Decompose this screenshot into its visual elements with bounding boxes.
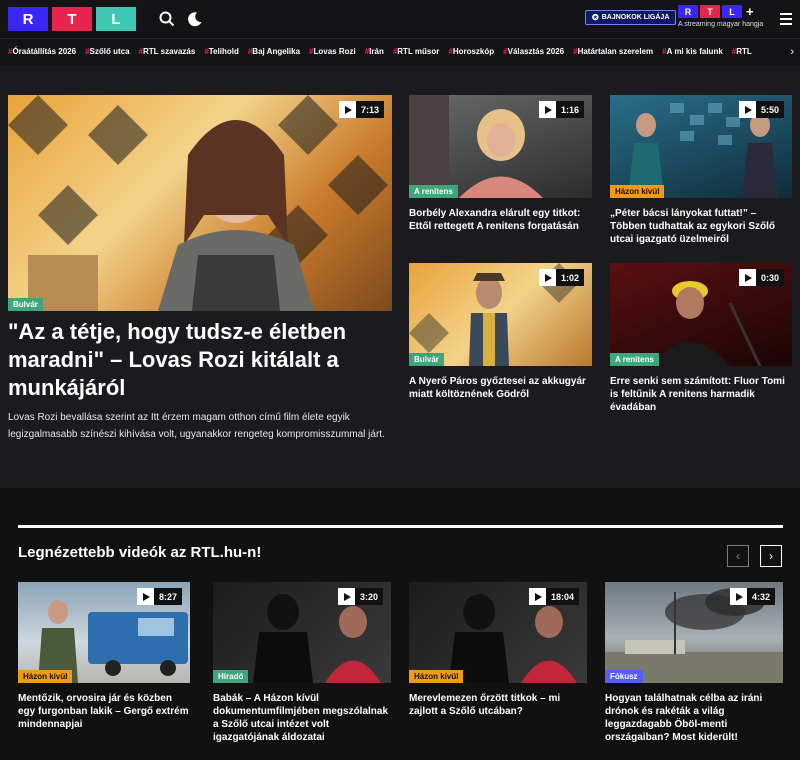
video-duration: 7:13	[338, 101, 384, 118]
category-badge[interactable]: A renitens	[610, 353, 659, 366]
carousel-title-2[interactable]: Babák – A Házon kívül dokumentumfilmjébe…	[213, 692, 391, 744]
rtlplus-letter-l: L	[722, 5, 742, 18]
grid-title-4[interactable]: Erre senki sem számított: Fluor Tomi is …	[610, 375, 792, 414]
tag-scroll-right-icon[interactable]: ›	[790, 46, 794, 58]
most-watched-section: Legnézettebb videók az RTL.hu-n! ‹ › 8:2…	[0, 488, 800, 760]
menu-icon[interactable]	[780, 13, 792, 28]
duration-text: 1:02	[560, 272, 579, 283]
tag-link[interactable]: Horoszkóp	[448, 47, 494, 56]
tag-link[interactable]: Választás 2026	[503, 47, 565, 56]
duration-text: 5:50	[760, 104, 779, 115]
tag-link[interactable]: Telihold	[204, 47, 239, 56]
video-duration: 0:30	[738, 269, 784, 286]
duration-text: 0:30	[760, 272, 779, 283]
star-ball-icon: ✪	[592, 13, 599, 22]
play-icon	[738, 101, 756, 118]
grid-thumbnail-3[interactable]: 1:02 Bulvár	[409, 263, 592, 366]
video-duration: 3:20	[337, 588, 383, 605]
carousel-title-4[interactable]: Hogyan találhatnak célba az iráni drónok…	[605, 692, 783, 744]
carousel-thumbnail-3[interactable]: 18:04 Házon kívül	[409, 582, 587, 683]
champions-league-button[interactable]: ✪ BAJNOKOK LIGÁJA	[585, 10, 677, 25]
duration-text: 4:32	[751, 591, 770, 602]
video-duration: 1:02	[538, 269, 584, 286]
duration-text: 8:27	[158, 591, 177, 602]
hero-title[interactable]: "Az a tétje, hogy tudsz-e életben maradn…	[8, 318, 393, 402]
carousel-thumbnail-2[interactable]: 3:20 Híradó	[213, 582, 391, 683]
duration-text: 18:04	[550, 591, 574, 602]
rtlplus-tagline: A streaming magyar hangja	[678, 21, 764, 28]
category-badge[interactable]: Házon kívül	[610, 185, 665, 198]
tag-link[interactable]: Irán	[365, 47, 384, 56]
video-duration: 1:16	[538, 101, 584, 118]
moon-icon[interactable]	[186, 10, 204, 28]
category-badge[interactable]: A renitens	[409, 185, 458, 198]
carousel-next-button[interactable]: ›	[760, 545, 782, 567]
rtlplus-letter-t: T	[700, 5, 720, 18]
category-badge[interactable]: Házon kívül	[18, 670, 73, 683]
tag-link[interactable]: Óraátállítás 2026	[8, 47, 76, 56]
play-icon	[729, 588, 747, 605]
carousel-prev-button[interactable]: ‹	[727, 545, 749, 567]
category-badge[interactable]: Házon kívül	[409, 670, 464, 683]
carousel-title-1[interactable]: Mentőzik, orvosira jár és közben egy fur…	[18, 692, 190, 731]
video-duration: 18:04	[528, 588, 579, 605]
category-badge[interactable]: Fókusz	[605, 670, 643, 683]
champions-league-label: BAJNOKOK LIGÁJA	[601, 14, 670, 21]
tag-link[interactable]: Határtalan szerelem	[573, 47, 654, 56]
rtl-logo[interactable]: R T L	[8, 7, 136, 31]
tag-link[interactable]: Lovas Rozi	[309, 47, 355, 56]
tag-fade	[760, 39, 800, 66]
play-icon	[738, 269, 756, 286]
tag-link[interactable]: RTL műsor	[393, 47, 439, 56]
play-icon	[528, 588, 546, 605]
play-icon	[538, 101, 556, 118]
trending-tags-bar: Óraátállítás 2026 Szőlő utca RTL szavazá…	[0, 38, 800, 66]
hero-lead: Lovas Rozi bevallása szerint az Itt érze…	[8, 412, 385, 440]
category-badge[interactable]: Bulvár	[8, 298, 43, 311]
play-icon	[338, 101, 356, 118]
rtl-plus-logo[interactable]: R T L + A streaming magyar hangja	[678, 4, 763, 28]
top-bar: R T L ✪ BAJNOKOK LIGÁJA R T L + A stream…	[0, 0, 800, 38]
carousel-thumbnail-4[interactable]: 4:32 Fókusz	[605, 582, 783, 683]
play-icon	[136, 588, 154, 605]
video-duration: 8:27	[136, 588, 182, 605]
tag-list: Óraátállítás 2026 Szőlő utca RTL szavazá…	[8, 47, 752, 56]
tag-link[interactable]: RTL	[732, 47, 752, 56]
grid-thumbnail-4[interactable]: 0:30 A renitens	[610, 263, 792, 366]
logo-letter-r: R	[8, 7, 48, 31]
duration-text: 7:13	[360, 104, 379, 115]
carousel-title-3[interactable]: Merevlemezen őrzött titkok – mi zajlott …	[409, 692, 587, 718]
rtlplus-letter-r: R	[678, 5, 698, 18]
tag-link[interactable]: A mi kis falunk	[662, 47, 723, 56]
tag-link[interactable]: Szőlő utca	[85, 47, 130, 56]
tag-link[interactable]: Baj Angelika	[248, 47, 300, 56]
rtlplus-plus: +	[746, 4, 754, 19]
grid-title-3[interactable]: A Nyerő Páros győztesei az akkugyár miat…	[409, 375, 592, 401]
section-divider	[18, 525, 783, 528]
grid-title-1[interactable]: Borbély Alexandra elárult egy titkot: Et…	[409, 207, 592, 233]
logo-letter-l: L	[96, 7, 136, 31]
category-badge[interactable]: Híradó	[213, 670, 249, 683]
carousel-thumbnail-1[interactable]: 8:27 Házon kívül	[18, 582, 190, 683]
category-badge[interactable]: Bulvár	[409, 353, 444, 366]
tag-link[interactable]: RTL szavazás	[139, 47, 195, 56]
grid-title-2[interactable]: „Péter bácsi lányokat futtat!” – Többen …	[610, 207, 792, 246]
section-title: Legnézettebb videók az RTL.hu-n!	[18, 544, 262, 561]
search-icon[interactable]	[158, 10, 176, 28]
play-icon	[538, 269, 556, 286]
grid-thumbnail-1[interactable]: 1:16 A renitens	[409, 95, 592, 198]
hero-thumbnail[interactable]: 7:13 Bulvár	[8, 95, 392, 311]
video-duration: 4:32	[729, 588, 775, 605]
hero-image	[8, 95, 388, 311]
duration-text: 3:20	[359, 591, 378, 602]
play-icon	[337, 588, 355, 605]
logo-letter-t: T	[52, 7, 92, 31]
duration-text: 1:16	[560, 104, 579, 115]
grid-thumbnail-2[interactable]: 5:50 Házon kívül	[610, 95, 792, 198]
video-duration: 5:50	[738, 101, 784, 118]
